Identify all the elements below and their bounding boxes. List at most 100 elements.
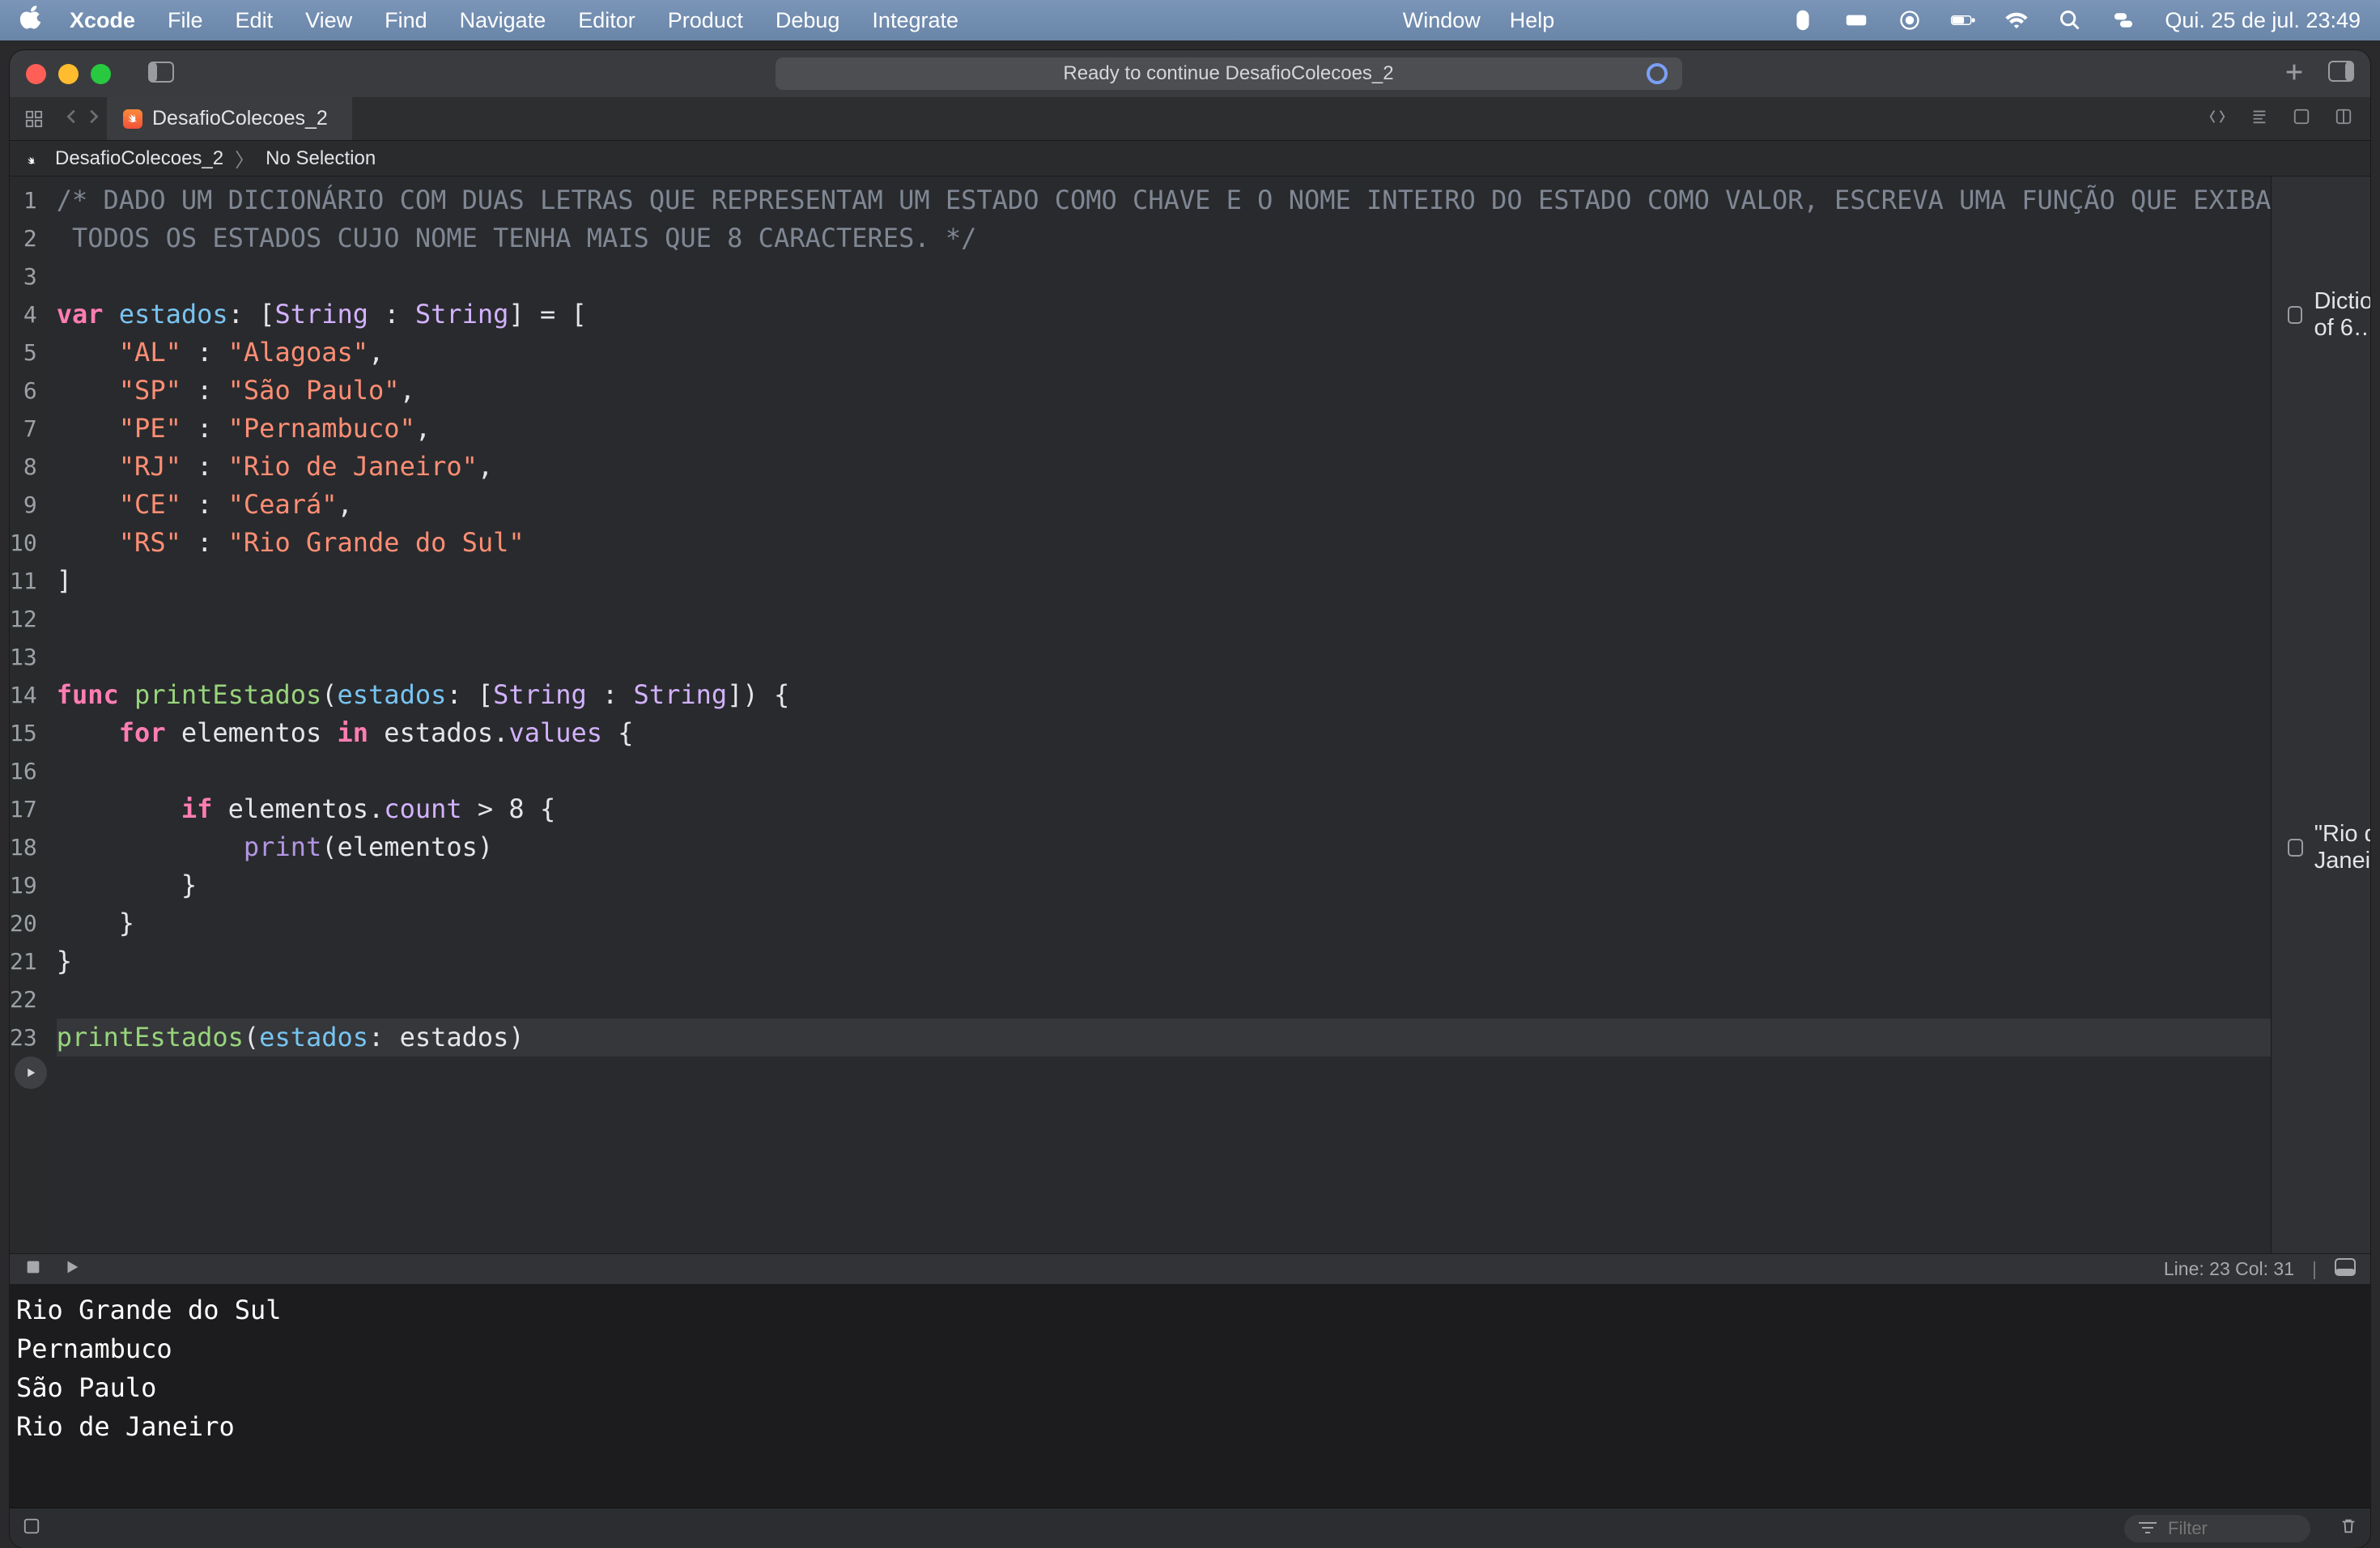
clear-console-icon[interactable] — [2340, 1517, 2357, 1539]
status-keyboard-icon[interactable] — [1844, 8, 1868, 32]
toggle-right-panel-icon[interactable] — [2328, 61, 2354, 87]
breadcrumb[interactable]: DesafioColecoes_2 〉 No Selection — [10, 141, 2370, 176]
minimap-icon[interactable] — [2250, 108, 2268, 130]
line-number[interactable]: 13 — [10, 638, 49, 676]
run-line-button[interactable] — [15, 1057, 47, 1089]
code-line[interactable]: printEstados(estados: estados) — [57, 1019, 2272, 1057]
add-button[interactable] — [2283, 61, 2306, 87]
toggle-left-panel-icon[interactable] — [148, 62, 174, 87]
close-button[interactable] — [26, 64, 46, 84]
menubar-help[interactable]: Help — [1510, 8, 1555, 33]
code-line[interactable]: func printEstados(estados: [String : Str… — [57, 676, 2272, 714]
apple-logo-icon[interactable] — [19, 5, 44, 36]
menubar-integrate[interactable]: Integrate — [872, 8, 958, 33]
line-number[interactable]: 12 — [10, 600, 49, 638]
result-row[interactable]: "Rio de Janeir… — [2272, 828, 2370, 866]
menubar-window[interactable]: Window — [1403, 8, 1481, 33]
line-number[interactable]: 11 — [10, 562, 49, 600]
result-row[interactable]: Dictionary of 6… — [2272, 296, 2370, 334]
filter-input[interactable] — [2168, 1518, 2297, 1539]
menubar-product[interactable]: Product — [668, 8, 743, 33]
zoom-button[interactable] — [91, 64, 111, 84]
code-line[interactable] — [57, 638, 2272, 676]
status-controlcenter-icon[interactable] — [2111, 8, 2136, 32]
menubar-app-name[interactable]: Xcode — [70, 8, 135, 33]
console-panel-icon[interactable] — [2335, 1258, 2356, 1281]
line-number[interactable]: 17 — [10, 790, 49, 828]
code-line[interactable] — [57, 257, 2272, 296]
line-number[interactable]: 7 — [10, 410, 49, 448]
code-editor[interactable]: /* DADO UM DICIONÁRIO COM DUAS LETRAS QU… — [49, 176, 2272, 1253]
add-editor-icon[interactable] — [2335, 108, 2352, 130]
line-number[interactable]: 4 — [10, 296, 49, 334]
code-line[interactable]: var estados: [String : String] = [ — [57, 296, 2272, 334]
tab-desafiocolecoes[interactable]: DesafioColecoes_2 — [107, 97, 352, 140]
code-line[interactable]: } — [57, 904, 2272, 942]
minimize-button[interactable] — [58, 64, 79, 84]
menubar-navigate[interactable]: Navigate — [460, 8, 546, 33]
play-button[interactable] — [63, 1258, 81, 1281]
line-number[interactable]: 2 — [10, 219, 49, 257]
code-line[interactable]: "AL" : "Alagoas", — [57, 334, 2272, 372]
line-number[interactable]: 15 — [10, 714, 49, 752]
adjust-editor-icon[interactable] — [2293, 108, 2310, 130]
code-line[interactable]: print(elementos) — [57, 828, 2272, 866]
nav-back-icon[interactable] — [63, 108, 81, 130]
code-review-icon[interactable] — [2208, 108, 2226, 130]
line-number[interactable]: 1 — [10, 181, 49, 219]
status-battery-icon[interactable] — [1951, 8, 1975, 32]
code-line[interactable]: /* DADO UM DICIONÁRIO COM DUAS LETRAS QU… — [57, 181, 2272, 219]
playground-results-sidebar[interactable]: Dictionary of 6… "Rio de Janeir… — [2271, 176, 2370, 1253]
code-line[interactable]: "SP" : "São Paulo", — [57, 372, 2272, 410]
line-number[interactable]: 5 — [10, 334, 49, 372]
nav-forward-icon[interactable] — [84, 108, 102, 130]
console-filter[interactable] — [2124, 1515, 2310, 1542]
line-number[interactable]: 14 — [10, 676, 49, 714]
quicklook-icon[interactable] — [2288, 839, 2302, 857]
stop-button[interactable] — [24, 1258, 42, 1281]
status-wifi-icon[interactable] — [2004, 8, 2029, 32]
line-number[interactable]: 18 — [10, 828, 49, 866]
code-line[interactable] — [57, 600, 2272, 638]
code-line[interactable] — [57, 980, 2272, 1019]
code-line[interactable]: "RJ" : "Rio de Janeiro", — [57, 448, 2272, 486]
code-line[interactable]: "CE" : "Ceará", — [57, 486, 2272, 524]
menubar-debug[interactable]: Debug — [776, 8, 840, 33]
auto-clear-icon[interactable] — [23, 1517, 40, 1539]
line-number[interactable]: 10 — [10, 524, 49, 562]
menubar-view[interactable]: View — [305, 8, 352, 33]
related-items-icon[interactable] — [10, 97, 58, 140]
line-number[interactable]: 20 — [10, 904, 49, 942]
code-line[interactable]: ] — [57, 562, 2272, 600]
line-number[interactable]: 21 — [10, 942, 49, 980]
line-number[interactable]: 8 — [10, 448, 49, 486]
status-clock[interactable]: Qui. 25 de jul. 23:49 — [2165, 8, 2361, 33]
menubar-file[interactable]: File — [168, 8, 203, 33]
code-line[interactable]: "PE" : "Pernambuco", — [57, 410, 2272, 448]
code-line[interactable]: for elementos in estados.values { — [57, 714, 2272, 752]
line-number[interactable]: 23 — [10, 1019, 49, 1057]
line-gutter[interactable]: 1234567891011121314151617181920212223 — [10, 176, 49, 1253]
code-line[interactable]: TODOS OS ESTADOS CUJO NOME TENHA MAIS QU… — [57, 219, 2272, 257]
code-line[interactable] — [57, 752, 2272, 790]
quicklook-icon[interactable] — [2288, 306, 2302, 324]
line-number[interactable]: 16 — [10, 752, 49, 790]
menubar-edit[interactable]: Edit — [236, 8, 274, 33]
line-number[interactable]: 3 — [10, 257, 49, 296]
code-line[interactable]: } — [57, 866, 2272, 904]
code-line[interactable]: } — [57, 942, 2272, 980]
status-mouse-icon[interactable] — [1791, 8, 1815, 32]
line-number[interactable]: 6 — [10, 372, 49, 410]
code-line[interactable]: if elementos.count > 8 { — [57, 790, 2272, 828]
status-screenrecord-icon[interactable] — [1898, 8, 1922, 32]
line-number[interactable]: 19 — [10, 866, 49, 904]
chevron-right-icon: 〉 — [235, 144, 254, 172]
line-number[interactable]: 22 — [10, 980, 49, 1019]
console-output[interactable]: Rio Grande do Sul Pernambuco São Paulo R… — [10, 1284, 2370, 1508]
status-search-icon[interactable] — [2058, 8, 2082, 32]
code-line[interactable]: "RS" : "Rio Grande do Sul" — [57, 524, 2272, 562]
line-number[interactable]: 9 — [10, 486, 49, 524]
menubar-editor[interactable]: Editor — [578, 8, 635, 33]
activity-status[interactable]: Ready to continue DesafioColecoes_2 — [776, 57, 1682, 90]
menubar-find[interactable]: Find — [385, 8, 427, 33]
